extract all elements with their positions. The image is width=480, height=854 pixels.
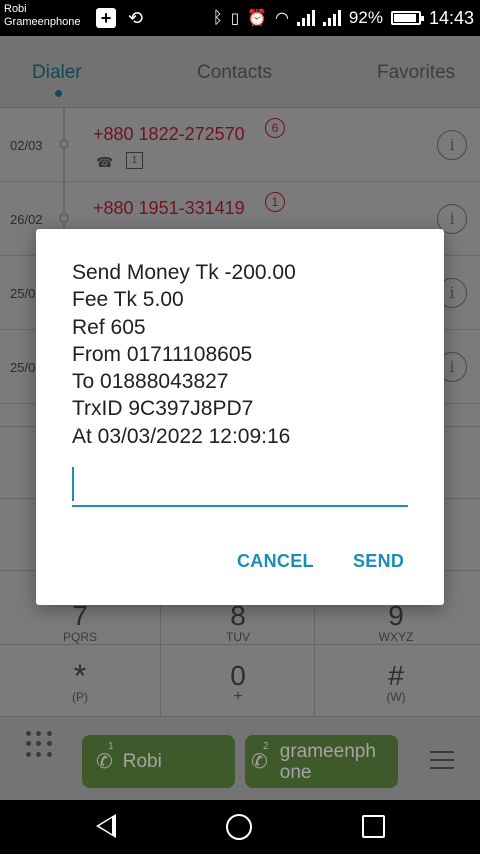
message-line: Fee Tk 5.00	[72, 288, 184, 312]
key-digit: 8	[230, 600, 246, 631]
call-sim1-button[interactable]: ✆ 1 Robi	[82, 735, 235, 788]
call-number: +880 1951-331419	[93, 198, 245, 218]
key-0[interactable]: 0 +	[158, 660, 318, 705]
system-icons: ᛒ ▯ ⏰ ◠ 92% 14:43	[213, 6, 474, 30]
carrier-1: Robi	[4, 3, 27, 15]
plus-box-icon: +	[96, 8, 116, 28]
navigation-bar	[0, 800, 480, 854]
vibrate-icon: ▯	[230, 10, 240, 27]
reply-input[interactable]	[72, 461, 408, 507]
carrier-names: Robi Grameenphone	[4, 3, 80, 29]
message-line: Ref 605	[72, 315, 146, 339]
notification-icons: + ⟲	[96, 6, 143, 30]
text-cursor	[72, 467, 74, 501]
call-number: +880 1822-272570	[93, 124, 245, 144]
key-hash[interactable]: # (W)	[316, 660, 476, 705]
message-line: At 03/03/2022 12:09:16	[72, 424, 291, 448]
call-date: 25/0	[10, 286, 36, 301]
call-count-badge: 1	[265, 192, 285, 212]
sim-indicator: 1	[126, 152, 143, 169]
key-letters: (W)	[386, 690, 406, 704]
key-letters: PQRS	[62, 630, 97, 644]
key-digit: 0	[230, 660, 246, 691]
signal-2-icon	[322, 10, 341, 26]
tab-contacts[interactable]: Contacts	[197, 62, 272, 84]
key-digit: 9	[388, 600, 404, 631]
phone-icon: ✆ 2	[251, 741, 269, 773]
timeline-node	[59, 213, 69, 223]
call-log-row[interactable]: 02/03 +880 1822-272570 6 ☎ 1 i	[0, 108, 480, 182]
call-count-badge: 6	[265, 118, 285, 138]
sim1-label: Robi	[122, 751, 162, 772]
key-digit: *	[73, 658, 87, 694]
call-date: 02/03	[10, 138, 43, 153]
send-button[interactable]: SEND	[353, 551, 404, 572]
phone-icon: ✆ 1	[96, 741, 114, 773]
key-letters: (P)	[72, 690, 88, 704]
active-tab-indicator	[55, 90, 62, 97]
recent-apps-icon[interactable]	[362, 815, 385, 838]
key-letters: TUV	[226, 630, 250, 644]
key-7[interactable]: 7 PQRS	[0, 600, 160, 645]
menu-icon[interactable]	[430, 751, 454, 775]
call-date: 25/0	[10, 360, 36, 375]
call-sim2-button[interactable]: ✆ 2 grameenph one	[245, 735, 398, 788]
carrier-2: Grameenphone	[4, 16, 81, 28]
message-line: From 01711108605	[72, 342, 253, 366]
dialpad-grid-icon[interactable]	[26, 731, 52, 757]
battery-icon	[390, 11, 424, 25]
message-line: TrxID 9C397J8PD7	[72, 397, 254, 421]
tab-dialer[interactable]: Dialer	[32, 62, 82, 84]
call-date: 26/02	[10, 212, 43, 227]
key-star[interactable]: * (P)	[0, 658, 160, 704]
key-letters: WXYZ	[378, 630, 414, 644]
message-line: Send Money Tk -200.00	[72, 261, 296, 284]
bluetooth-icon: ᛒ	[212, 8, 223, 27]
signal-1-icon	[296, 10, 315, 26]
timeline-node	[59, 139, 69, 149]
status-bar: Robi Grameenphone + ⟲ ᛒ ▯ ⏰ ◠ 92% 14:43	[0, 0, 480, 36]
key-digit: #	[388, 660, 404, 691]
home-icon[interactable]	[226, 814, 252, 840]
divider	[0, 644, 480, 645]
wifi-icon: ◠	[274, 10, 289, 27]
ussd-dialog: Send Money Tk -200.00 Fee Tk 5.00 Ref 60…	[36, 229, 444, 605]
key-digit: 7	[72, 600, 88, 631]
battery-fill	[393, 14, 417, 22]
info-icon[interactable]: i	[437, 130, 467, 160]
tab-bar: Dialer Contacts Favorites	[0, 36, 480, 108]
tab-favorites[interactable]: Favorites	[377, 62, 455, 84]
message-line: To 01888043827	[72, 370, 229, 394]
key-8[interactable]: 8 TUV	[158, 600, 318, 645]
sim2-label: grameenph one	[279, 740, 376, 783]
back-icon[interactable]	[96, 814, 116, 838]
clock: 14:43	[428, 7, 474, 28]
bottom-bar: ✆ 1 Robi ✆ 2 grameenph one	[0, 716, 480, 800]
missed-call-icon: ☎	[96, 154, 114, 170]
key-letters: +	[233, 688, 243, 705]
sync-icon: ⟲	[128, 7, 144, 28]
dialog-message: Send Money Tk -200.00 Fee Tk 5.00 Ref 60…	[72, 259, 412, 450]
key-9[interactable]: 9 WXYZ	[316, 600, 476, 645]
cancel-button[interactable]: CANCEL	[237, 551, 314, 572]
battery-percent: 92%	[348, 8, 383, 27]
alarm-icon: ⏰	[247, 10, 267, 27]
